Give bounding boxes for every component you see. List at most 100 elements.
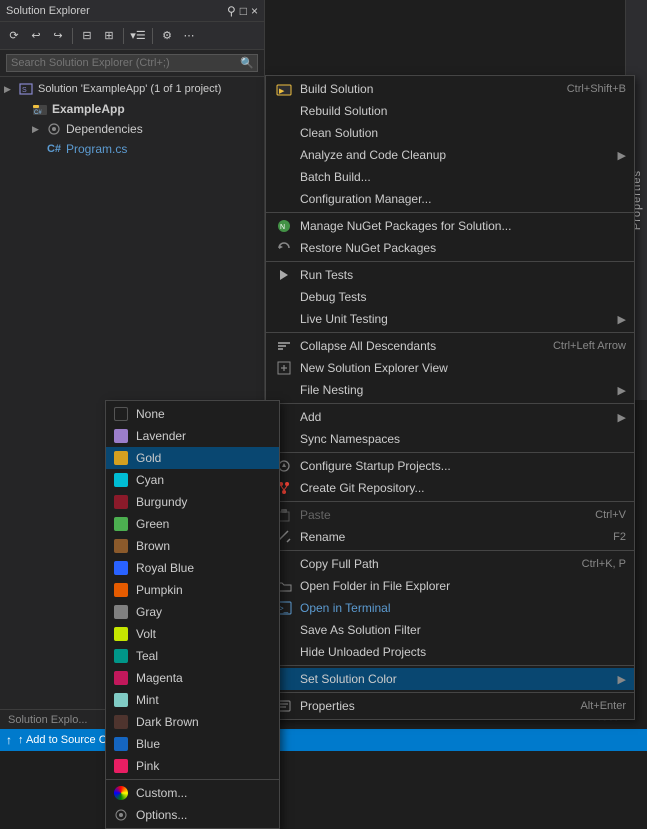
cs-mint[interactable]: Mint	[106, 689, 279, 711]
cs-pink[interactable]: Pink	[106, 755, 279, 777]
cs-pumpkin[interactable]: Pumpkin	[106, 579, 279, 601]
se-forward-icon[interactable]: ↪	[48, 26, 68, 46]
cs-label-mint: Mint	[136, 693, 159, 707]
cs-options[interactable]: Options...	[106, 804, 279, 826]
cm-properties-shortcut: Alt+Enter	[580, 700, 626, 712]
cs-custom[interactable]: Custom...	[106, 782, 279, 804]
cs-brown[interactable]: Brown	[106, 535, 279, 557]
cm-collapse-label: Collapse All Descendants	[300, 339, 533, 353]
cm-nuget[interactable]: N Manage NuGet Packages for Solution...	[266, 215, 634, 237]
cm-live-unit[interactable]: Live Unit Testing ▶	[266, 308, 634, 330]
cm-copy-path[interactable]: Copy Full Path Ctrl+K, P	[266, 553, 634, 575]
se-expand-icon[interactable]: ⊞	[99, 26, 119, 46]
cm-open-terminal[interactable]: >_ Open in Terminal	[266, 597, 634, 619]
cm-debug-tests[interactable]: Debug Tests	[266, 286, 634, 308]
cm-properties[interactable]: Properties Alt+Enter	[266, 695, 634, 717]
se-maximize-icon[interactable]: □	[240, 4, 247, 18]
cm-analyze-arrow: ▶	[618, 149, 626, 162]
se-pin-icon[interactable]: ⚲	[227, 4, 236, 18]
cm-batch-build[interactable]: Batch Build...	[266, 166, 634, 188]
cm-collapse-all[interactable]: Collapse All Descendants Ctrl+Left Arrow	[266, 335, 634, 357]
cm-save-filter[interactable]: Save As Solution Filter	[266, 619, 634, 641]
cm-paste-label: Paste	[300, 508, 575, 522]
cm-runtest-icon	[274, 265, 294, 285]
cm-rebuild-solution[interactable]: Rebuild Solution	[266, 100, 634, 122]
cm-create-git[interactable]: Create Git Repository...	[266, 477, 634, 499]
cm-file-nesting[interactable]: File Nesting ▶	[266, 379, 634, 401]
color-submenu: None Lavender Gold Cyan Burgundy Green B…	[105, 400, 280, 829]
cm-open-folder[interactable]: Open Folder in File Explorer	[266, 575, 634, 597]
cm-nesting-icon	[274, 380, 294, 400]
cm-config-icon	[274, 189, 294, 209]
cs-label-options: Options...	[136, 808, 187, 822]
cm-add-label: Add	[300, 410, 614, 424]
cs-royalblue[interactable]: Royal Blue	[106, 557, 279, 579]
cm-run-tests[interactable]: Run Tests	[266, 264, 634, 286]
cm-hideunloaded-label: Hide Unloaded Projects	[300, 645, 626, 659]
project-icon: C#	[32, 101, 48, 117]
cm-restore-nuget[interactable]: Restore NuGet Packages	[266, 237, 634, 259]
se-filter-icon[interactable]: ▾☰	[128, 26, 148, 46]
cs-label-volt: Volt	[136, 627, 156, 641]
cs-lavender[interactable]: Lavender	[106, 425, 279, 447]
cs-darkbrown[interactable]: Dark Brown	[106, 711, 279, 733]
cs-burgundy[interactable]: Burgundy	[106, 491, 279, 513]
tree-item-program[interactable]: C# Program.cs	[0, 139, 264, 159]
cs-swatch-options	[114, 808, 128, 822]
cs-teal[interactable]: Teal	[106, 645, 279, 667]
cs-magenta[interactable]: Magenta	[106, 667, 279, 689]
cs-label-brown: Brown	[136, 539, 170, 553]
cs-blue[interactable]: Blue	[106, 733, 279, 755]
cm-clean-solution[interactable]: Clean Solution	[266, 122, 634, 144]
se-back-icon[interactable]: ↩	[26, 26, 46, 46]
cm-add[interactable]: Add ▶	[266, 406, 634, 428]
tree-item-project[interactable]: C# ExampleApp	[0, 99, 264, 119]
cs-label-burgundy: Burgundy	[136, 495, 187, 509]
tree-label-project: ExampleApp	[52, 102, 125, 116]
cm-syncns-label: Sync Namespaces	[300, 432, 626, 446]
se-collapse-icon[interactable]: ⊟	[77, 26, 97, 46]
cs-cyan[interactable]: Cyan	[106, 469, 279, 491]
se-toolbar-sep3	[152, 28, 153, 44]
tree-label-program: Program.cs	[66, 142, 127, 156]
cm-build-solution[interactable]: ▶ Build Solution Ctrl+Shift+B	[266, 78, 634, 100]
solution-explorer-titlebar: Solution Explorer ⚲ □ ×	[0, 0, 264, 22]
cs-label-gray: Gray	[136, 605, 162, 619]
cs-volt[interactable]: Volt	[106, 623, 279, 645]
cm-sync-ns[interactable]: Sync Namespaces	[266, 428, 634, 450]
cm-new-view[interactable]: New Solution Explorer View	[266, 357, 634, 379]
se-sync-icon[interactable]: ⟳	[4, 26, 24, 46]
expand-arrow-deps: ▶	[32, 124, 46, 135]
cs-swatch-mint	[114, 693, 128, 707]
cm-solutioncolor-label: Set Solution Color	[300, 672, 614, 686]
cs-label-cyan: Cyan	[136, 473, 164, 487]
cm-sep4	[266, 403, 634, 404]
cm-rename[interactable]: Rename F2	[266, 526, 634, 548]
cs-label-magenta: Magenta	[136, 671, 183, 685]
cm-set-solution-color[interactable]: Set Solution Color ▶	[266, 668, 634, 690]
cs-none[interactable]: None	[106, 403, 279, 425]
cm-configure-startup[interactable]: Configure Startup Projects...	[266, 455, 634, 477]
cs-green[interactable]: Green	[106, 513, 279, 535]
cm-nuget-label: Manage NuGet Packages for Solution...	[300, 219, 626, 233]
se-settings-icon[interactable]: ⚙	[157, 26, 177, 46]
tree-item-solution[interactable]: ▶ S Solution 'ExampleApp' (1 of 1 projec…	[0, 79, 264, 99]
cm-analyze[interactable]: Analyze and Code Cleanup ▶	[266, 144, 634, 166]
tree-label-deps: Dependencies	[66, 122, 143, 136]
cm-rename-label: Rename	[300, 530, 593, 544]
cm-restore-label: Restore NuGet Packages	[300, 241, 626, 255]
search-input[interactable]	[6, 54, 258, 72]
cm-config-manager[interactable]: Configuration Manager...	[266, 188, 634, 210]
se-menu-icon[interactable]: ⋯	[179, 26, 199, 46]
cm-paste[interactable]: Paste Ctrl+V	[266, 504, 634, 526]
tree-item-dependencies[interactable]: ▶ Dependencies	[0, 119, 264, 139]
se-title-icons: ⚲ □ ×	[227, 4, 258, 18]
se-close-icon[interactable]: ×	[251, 4, 258, 18]
cs-label-gold: Gold	[136, 451, 161, 465]
solution-icon: S	[18, 81, 34, 97]
cs-swatch-teal	[114, 649, 128, 663]
cm-hide-unloaded[interactable]: Hide Unloaded Projects	[266, 641, 634, 663]
cs-swatch-royalblue	[114, 561, 128, 575]
cs-gold[interactable]: Gold	[106, 447, 279, 469]
cs-gray[interactable]: Gray	[106, 601, 279, 623]
